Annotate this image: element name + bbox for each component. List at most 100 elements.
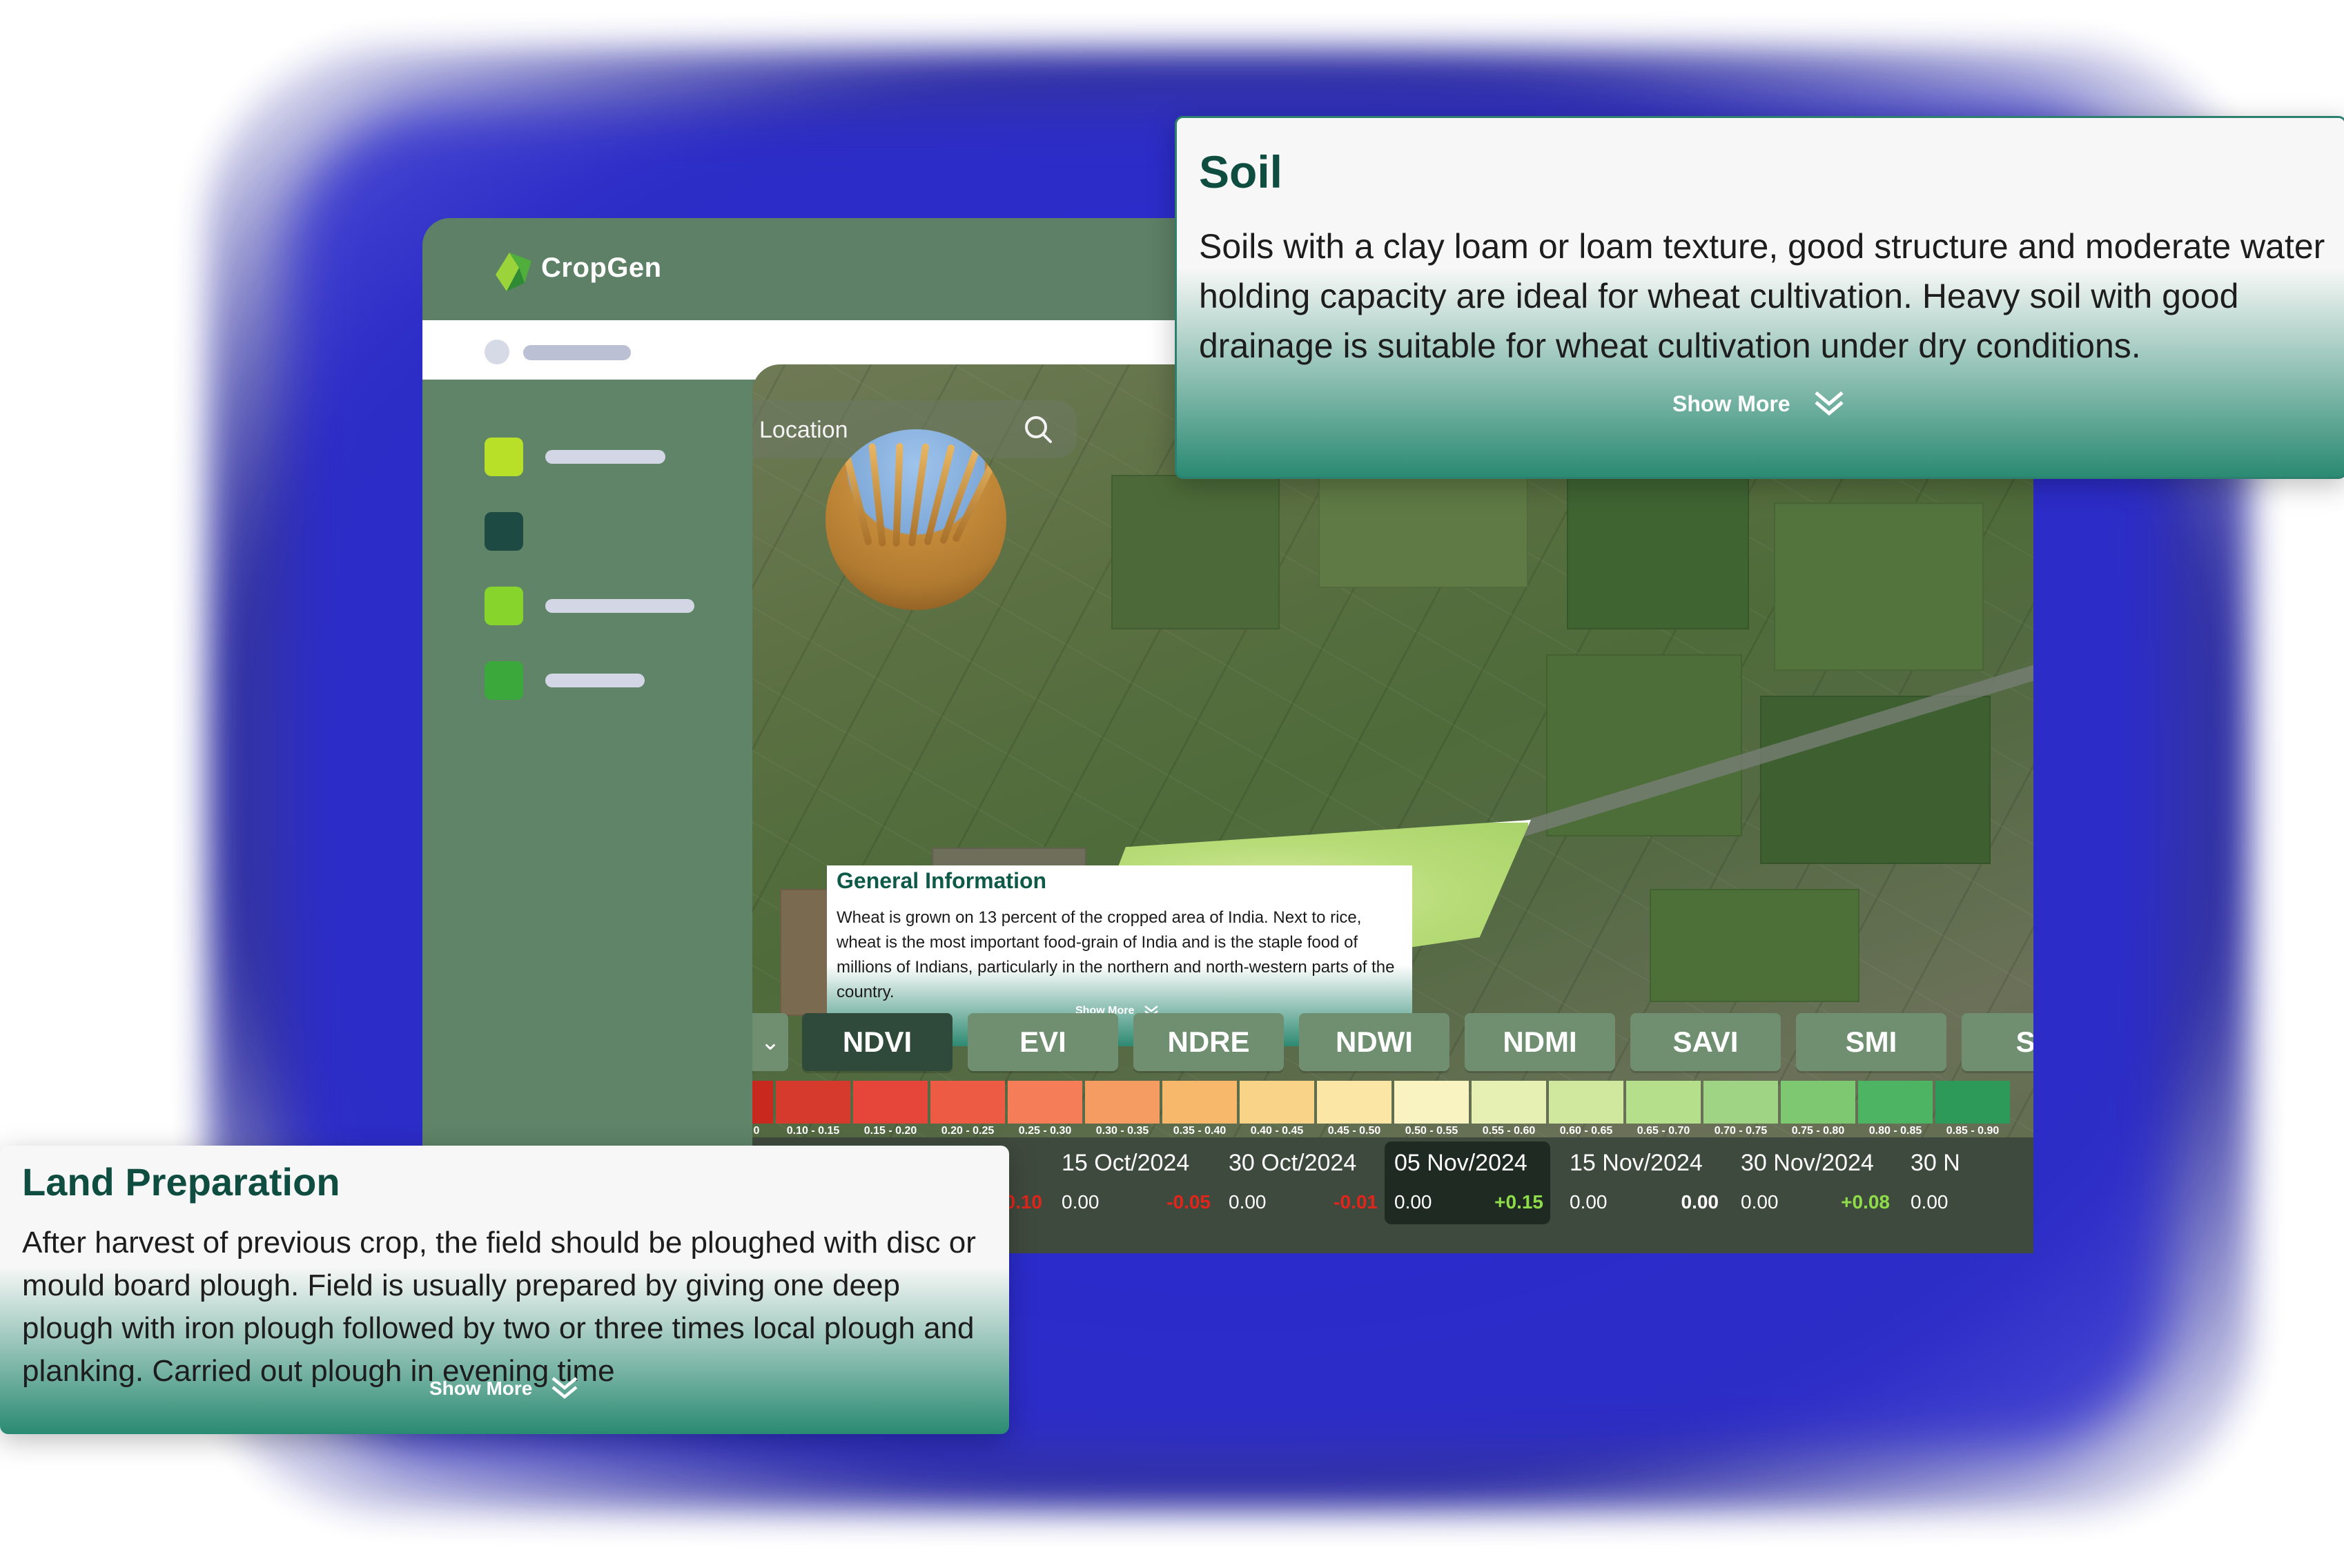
sidebar-title-placeholder [523,345,631,360]
scale-label: 0.40 - 0.45 [1250,1125,1304,1137]
scale-label: 0.35 - 0.40 [1173,1125,1227,1137]
tab-ndvi[interactable]: NDVI [802,1013,953,1071]
sidebar-item-icon [485,512,523,551]
date-item[interactable]: 15 Oct/2024 0.00 -0.05 [1052,1141,1218,1224]
brand-name: CropGen [541,253,662,283]
scale-swatch [1394,1081,1469,1124]
sidebar-item-icon [485,587,523,625]
general-information-body: Wheat is grown on 13 percent of the crop… [837,908,1395,1001]
sidebar-avatar-placeholder [485,340,509,364]
general-information-title: General Information [837,868,1047,893]
wheat-stalk [868,442,886,547]
tab-ndre[interactable]: NDRE [1133,1013,1284,1071]
soil-show-more-button[interactable]: Show More [1672,391,1790,417]
scale-swatch [1240,1081,1314,1124]
date-change: +0.08 [1841,1191,1890,1213]
scale-label: 0.15 - 0.20 [863,1125,917,1137]
wheat-stalk [841,444,872,546]
scale-label: 0.50 - 0.55 [1405,1125,1458,1137]
scale-swatch [1626,1081,1701,1124]
tab-ndwi[interactable]: NDWI [1299,1013,1449,1071]
search-input[interactable]: Location [759,417,848,444]
scale-label: 0.60 - 0.65 [1559,1125,1613,1137]
index-tabs: ⌄ NDVI EVI NDRE NDWI NDMI SAVI SMI SO [752,1013,2033,1075]
double-chevron-down-icon[interactable] [1812,389,1846,419]
map-field [1650,889,1859,1002]
scale-swatch [1935,1081,2010,1124]
scale-label: 0.75 - 0.80 [1791,1125,1845,1137]
scale-label: 0.30 - 0.35 [1095,1125,1149,1137]
date-label: 15 Nov/2024 [1570,1150,1703,1176]
date-label: 05 Nov/2024 [1394,1150,1527,1176]
date-item[interactable]: 15 Nov/2024 0.00 0.00 [1560,1141,1726,1224]
tab-smi[interactable]: SMI [1796,1013,1946,1071]
scale-label: 0.80 - 0.85 [1868,1125,1922,1137]
map-field [1318,461,1528,588]
sidebar [422,380,752,1253]
scale-label: 0.65 - 0.70 [1637,1125,1690,1137]
date-item[interactable]: 05 Nov/2024 0.00 +0.15 [1385,1141,1550,1224]
scale-swatch [1858,1081,1933,1124]
scale-label: 0.45 - 0.50 [1327,1125,1381,1137]
scale-swatch [752,1081,773,1124]
date-value: 0.00 [1062,1191,1100,1213]
scale-swatch [853,1081,928,1124]
tabs-chevron-down-icon[interactable]: ⌄ [752,1013,788,1071]
scale-swatch [930,1081,1005,1124]
wheat-crop-image [826,429,1006,610]
date-label: 30 Oct/2024 [1229,1150,1357,1176]
date-label: 15 Oct/2024 [1062,1150,1190,1176]
map-field [1111,475,1280,629]
soil-title: Soil [1199,146,1283,197]
tab-savi[interactable]: SAVI [1630,1013,1781,1071]
land-preparation-title: Land Preparation [22,1160,340,1204]
soil-body: Soils with a clay loam or loam texture, … [1199,227,2325,365]
scale-label: 0.55 - 0.60 [1482,1125,1536,1137]
scale-swatch [1085,1081,1160,1124]
tab-ndmi[interactable]: NDMI [1465,1013,1615,1071]
sidebar-item-label-placeholder [545,674,645,687]
date-item[interactable]: 30 Oct/2024 0.00 -0.01 [1219,1141,1385,1224]
satellite-map[interactable]: Location General Information Wheat is gr… [752,364,2033,1253]
wheat-stalk [892,442,904,547]
scale-swatch [1317,1081,1391,1124]
scale-label: 0.25 - 0.30 [1018,1125,1072,1137]
ndvi-color-scale: 0 0.10 - 0.15 0.15 - 0.20 0.20 - 0.25 0.25 -… [752,1081,2033,1137]
scale-swatch [1008,1081,1082,1124]
scale-swatch [776,1081,850,1124]
date-change: -0.01 [1334,1191,1378,1213]
date-value: 0.00 [1394,1191,1432,1213]
sidebar-item-label-placeholder [545,599,694,613]
date-item[interactable]: 30 Nov/2024 0.00 +0.08 [1731,1141,1897,1224]
sidebar-item-icon [485,438,523,476]
scale-label: 0.20 - 0.25 [941,1125,995,1137]
double-chevron-down-icon[interactable] [549,1375,580,1402]
date-value: 0.00 [1570,1191,1608,1213]
date-change: 0.00 [1681,1191,1719,1213]
scale-label: 0.70 - 0.75 [1714,1125,1768,1137]
date-change: -0.05 [1166,1191,1211,1213]
date-label: 30 N [1911,1150,1960,1176]
sidebar-item-icon [485,661,523,700]
date-value: 0.00 [1229,1191,1267,1213]
scale-swatch [1703,1081,1778,1124]
tab-evi[interactable]: EVI [968,1013,1118,1071]
date-item[interactable]: 30 N 0.00 [1901,1141,2033,1224]
land-show-more-button[interactable]: Show More [429,1378,532,1400]
scale-swatch [1549,1081,1623,1124]
date-value: 0.00 [1911,1191,1949,1213]
scale-swatch [1781,1081,1855,1124]
date-change: +0.15 [1494,1191,1543,1213]
scale-label: 0.10 - 0.15 [786,1125,840,1137]
map-field [1774,502,1984,671]
scale-swatch [1162,1081,1237,1124]
tab-so[interactable]: SO [1962,1013,2033,1071]
cropgen-logo-icon [496,253,531,291]
sidebar-item-label-placeholder [545,450,665,464]
date-value: 0.00 [1741,1191,1779,1213]
scale-label: 0.85 - 0.90 [1946,1125,2000,1137]
land-preparation-body: After harvest of previous crop, the fiel… [22,1226,976,1388]
search-icon[interactable] [1022,413,1055,446]
land-preparation-card: Land Preparation After harvest of previo… [0,1146,1009,1434]
soil-card: Soil Soils with a clay loam or loam text… [1175,116,2344,479]
